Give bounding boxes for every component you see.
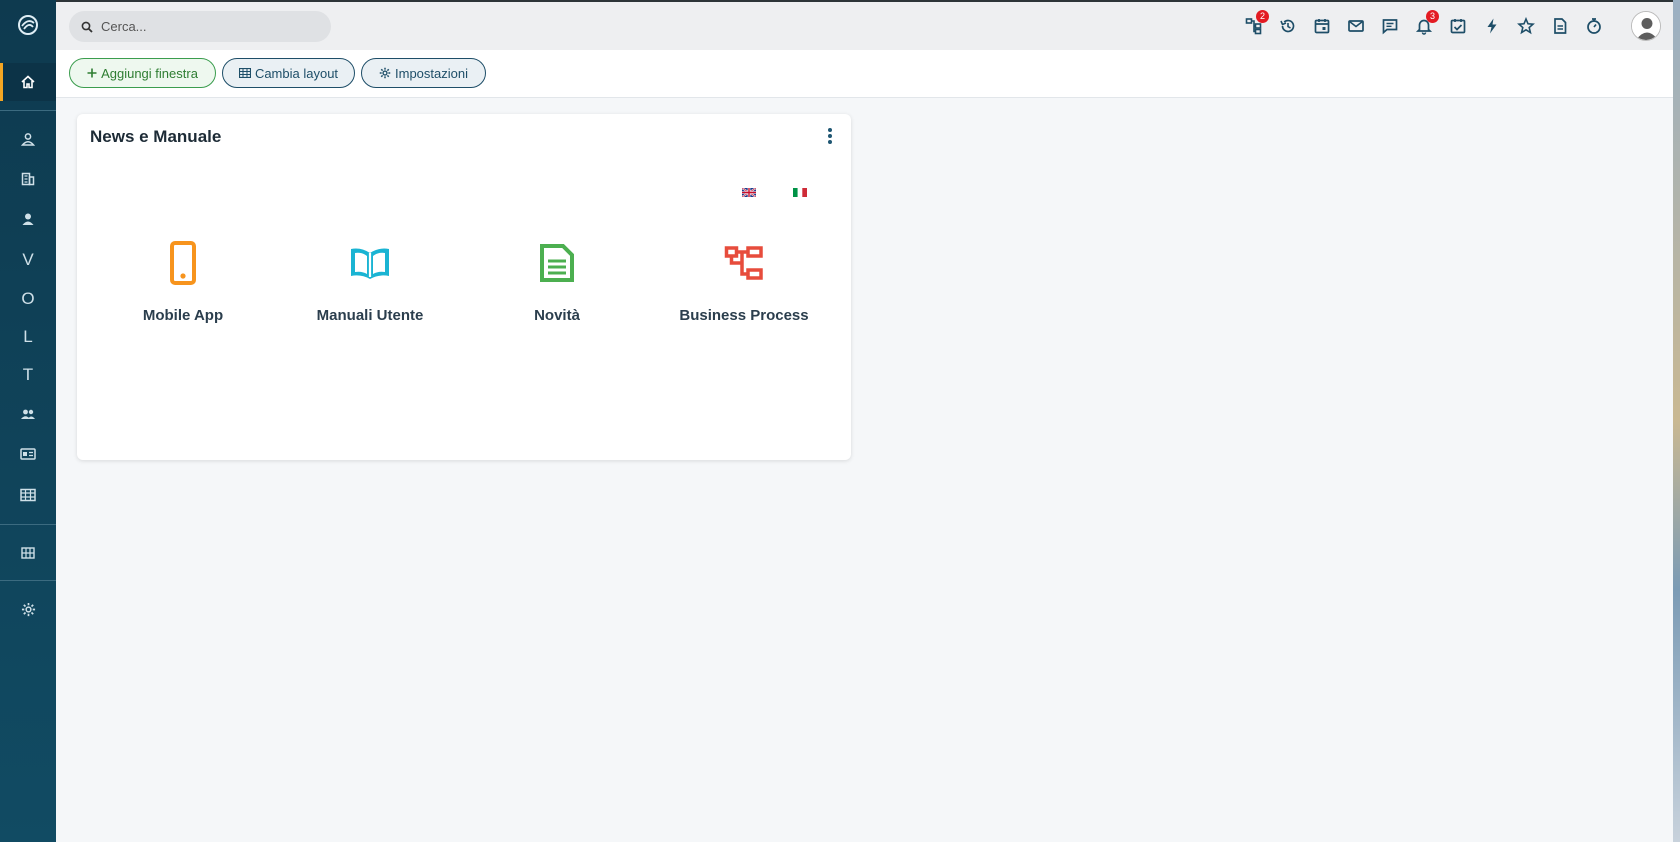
settings-label: Impostazioni xyxy=(395,65,468,81)
sidebar-item-teams[interactable] xyxy=(0,395,56,433)
mail-button[interactable] xyxy=(1344,14,1368,38)
process-icon xyxy=(724,239,764,287)
chat-button[interactable] xyxy=(1378,14,1402,38)
notifications-button[interactable]: 3 xyxy=(1412,10,1439,38)
tasks-button[interactable] xyxy=(1446,14,1470,38)
users-icon xyxy=(21,409,35,419)
documents-button[interactable] xyxy=(1548,14,1572,38)
table-icon xyxy=(20,488,36,502)
mobile-icon xyxy=(170,239,196,287)
favorites-button[interactable] xyxy=(1514,14,1538,38)
desktop-background-edge xyxy=(1673,0,1680,842)
add-window-label: Aggiungi finestra xyxy=(101,65,198,81)
user-avatar[interactable] xyxy=(1631,11,1661,41)
widget-menu-button[interactable] xyxy=(822,126,838,146)
news-link[interactable]: Novità xyxy=(472,239,642,349)
dashboard-toolbar: Aggiungi finestra Cambia layout Impostaz… xyxy=(56,50,1673,98)
sidebar-divider xyxy=(0,110,56,111)
building-icon xyxy=(21,172,35,186)
history-icon xyxy=(1280,19,1295,33)
user-avatar-icon xyxy=(1632,12,1660,40)
table-icon xyxy=(238,68,251,78)
notifications-badge: 3 xyxy=(1426,10,1439,23)
stopwatch-icon xyxy=(1587,18,1601,34)
home-icon xyxy=(21,75,35,89)
user-manuals-label: Manuali Utente xyxy=(316,307,424,324)
change-layout-button[interactable]: Cambia layout xyxy=(222,58,355,88)
id-card-icon xyxy=(20,448,36,460)
mobile-app-label: Mobile App xyxy=(142,307,224,324)
kebab-dot xyxy=(828,128,832,132)
sidebar-divider xyxy=(0,524,56,525)
sidebar: V O L T xyxy=(0,0,56,842)
flag-uk-icon[interactable] xyxy=(741,184,757,198)
sidebar-item-settings[interactable] xyxy=(0,590,56,628)
search-box[interactable] xyxy=(69,11,331,42)
app-logo[interactable] xyxy=(0,0,56,50)
sidebar-item-t[interactable]: T xyxy=(0,356,56,394)
history-button[interactable] xyxy=(1276,14,1300,38)
mobile-app-link[interactable]: Mobile App xyxy=(98,239,268,349)
star-icon xyxy=(1517,17,1535,35)
flag-italy-icon[interactable] xyxy=(793,184,807,197)
document-icon xyxy=(539,239,575,287)
document-icon xyxy=(1554,18,1567,34)
calendar-button[interactable] xyxy=(1310,14,1334,38)
sidebar-item-table[interactable] xyxy=(0,476,56,514)
chat-icon xyxy=(1382,19,1398,35)
settings-button[interactable]: Impostazioni xyxy=(361,58,486,88)
gear-icon xyxy=(21,602,35,616)
sidebar-item-id-card[interactable] xyxy=(0,435,56,473)
gear-icon xyxy=(379,67,391,79)
process-tree-button[interactable]: 2 xyxy=(1242,10,1269,38)
sidebar-item-person[interactable] xyxy=(0,200,56,238)
plus-icon xyxy=(87,68,97,78)
sidebar-item-l[interactable]: L xyxy=(0,318,56,356)
lightning-icon xyxy=(1487,18,1497,34)
user-outline-icon xyxy=(21,133,35,146)
search-input[interactable] xyxy=(101,19,311,34)
sidebar-item-home[interactable] xyxy=(0,63,56,101)
sidebar-item-grid[interactable] xyxy=(0,534,56,572)
book-icon xyxy=(348,239,392,287)
process-badge: 2 xyxy=(1256,10,1269,23)
sidebar-item-companies[interactable] xyxy=(0,160,56,198)
business-process-label: Business Process xyxy=(679,307,809,324)
task-check-icon xyxy=(1450,19,1466,34)
change-layout-label: Cambia layout xyxy=(254,65,339,81)
user-manuals-link[interactable]: Manuali Utente xyxy=(285,239,455,349)
grid-icon xyxy=(21,547,35,559)
search-icon xyxy=(81,21,93,33)
business-process-link[interactable]: Business Process xyxy=(659,239,829,349)
mail-icon xyxy=(1348,20,1364,32)
kebab-dot xyxy=(828,140,832,144)
widget-title: News e Manuale xyxy=(90,127,222,146)
user-icon xyxy=(22,213,34,225)
timer-button[interactable] xyxy=(1582,14,1606,38)
quick-actions-button[interactable] xyxy=(1480,14,1504,38)
news-widget: News e Manuale Mobile App Manuali Utente… xyxy=(77,114,851,460)
add-window-button[interactable]: Aggiungi finestra xyxy=(69,58,216,88)
sidebar-divider xyxy=(0,580,56,581)
sidebar-item-o[interactable]: O xyxy=(0,280,56,318)
calendar-icon xyxy=(1314,19,1330,34)
sidebar-item-v[interactable]: V xyxy=(0,241,56,279)
sidebar-item-contacts[interactable] xyxy=(0,120,56,158)
kebab-dot xyxy=(828,134,832,138)
news-label: Novità xyxy=(534,307,580,324)
top-bar: 2 3 xyxy=(56,2,1673,50)
